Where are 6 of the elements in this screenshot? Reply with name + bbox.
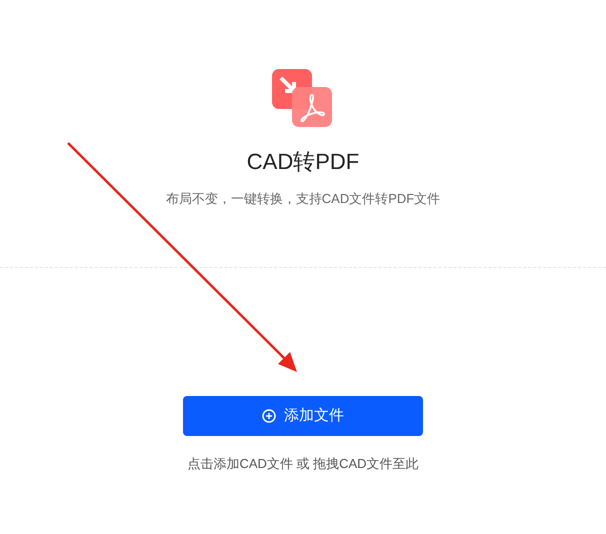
- upload-hint: 点击添加CAD文件 或 拖拽CAD文件至此: [187, 455, 419, 473]
- plus-circle-icon: [262, 409, 276, 423]
- tool-description: 布局不变，一键转换，支持CAD文件转PDF文件: [166, 190, 440, 208]
- add-file-button[interactable]: 添加文件: [183, 396, 423, 436]
- cad-to-pdf-icon: [272, 69, 334, 129]
- tool-title: CAD转PDF: [246, 148, 360, 176]
